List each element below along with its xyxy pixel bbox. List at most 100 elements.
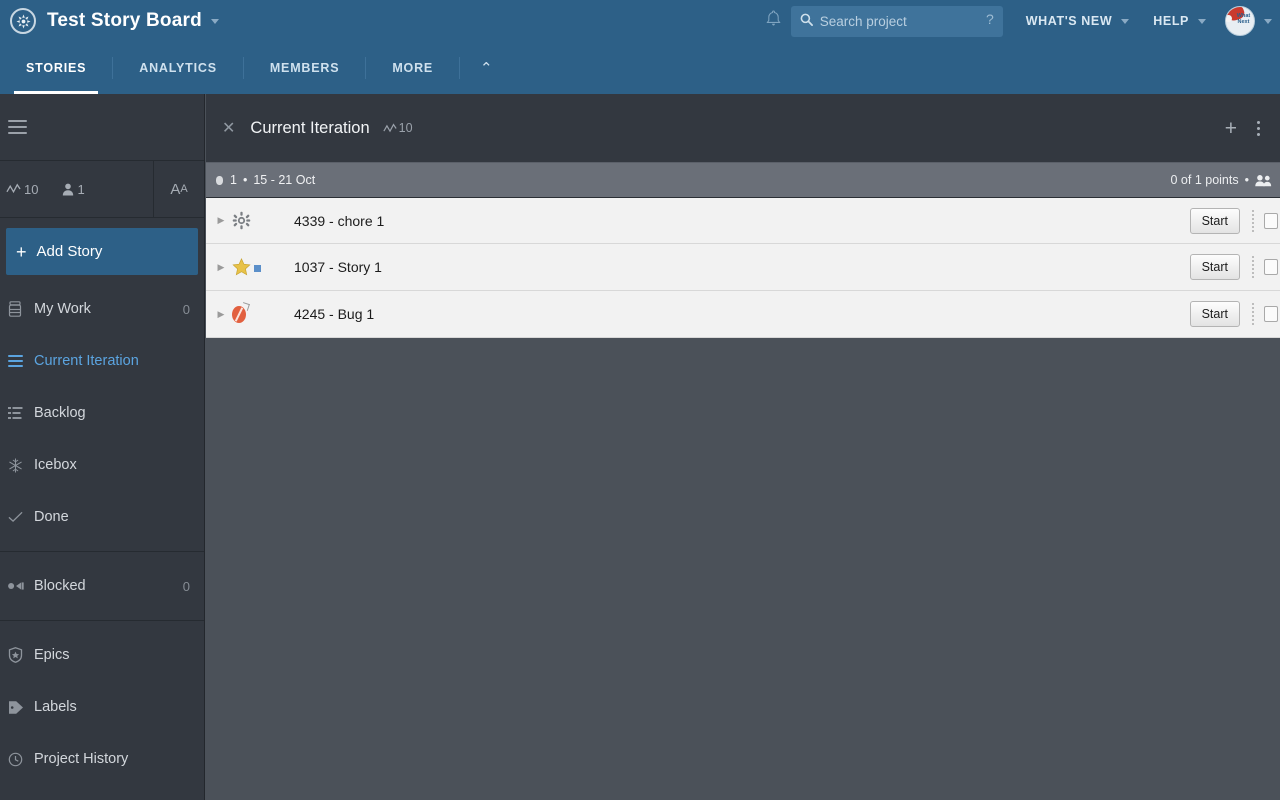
plus-icon[interactable]: +	[1213, 118, 1249, 139]
text-size-big-label: A	[170, 180, 181, 198]
iteration-dot-icon	[216, 175, 223, 185]
row-checkbox[interactable]	[1264, 212, 1278, 229]
iteration-number: 1	[230, 173, 237, 187]
panel-velocity: 10	[382, 121, 413, 135]
tab-analytics-label: ANALYTICS	[139, 61, 217, 75]
table-row[interactable]: ▶ 4339 - chore 1 Start	[206, 197, 1280, 244]
top-header-bar: Test Story Board ? WHAT'S NEW HEL	[0, 0, 1280, 42]
sidebar-item-done[interactable]: Done	[0, 491, 204, 543]
blocked-icon	[8, 581, 34, 591]
table-row[interactable]: ▶ 1037 - Story 1 Start	[206, 244, 1280, 291]
text-size-icon[interactable]: AA	[153, 161, 204, 217]
check-icon	[8, 511, 34, 523]
avatar-badge-text: What Next	[1236, 13, 1251, 25]
tab-members-label: MEMBERS	[269, 61, 340, 75]
project-dropdown-caret-icon[interactable]	[210, 18, 219, 24]
pivotal-logo-icon	[10, 8, 36, 34]
sidebar-secondary-section: Blocked 0	[0, 552, 204, 621]
person-icon	[62, 183, 74, 196]
briefcase-icon	[8, 301, 34, 317]
row-checkbox[interactable]	[1264, 306, 1278, 322]
menu-whats-new[interactable]: WHAT'S NEW	[1017, 14, 1139, 28]
start-button[interactable]: Start	[1189, 207, 1240, 234]
sidebar-item-current-iteration[interactable]: Current Iteration	[0, 335, 204, 387]
list-icon	[8, 352, 34, 370]
search-help-hint[interactable]: ?	[986, 11, 994, 27]
chevron-down-icon	[1121, 18, 1130, 24]
drag-handle-icon[interactable]	[1247, 299, 1259, 329]
avatar-hat-ball-decoration	[1226, 15, 1232, 22]
backlog-list-icon	[8, 406, 34, 420]
add-story-button[interactable]: + Add Story	[6, 228, 198, 275]
members-value: 1	[77, 181, 85, 197]
members-stat[interactable]: 1	[62, 181, 85, 197]
iteration-header-bar: 1 • 15 - 21 Oct 0 of 1 points •	[206, 162, 1280, 197]
row-checkbox[interactable]	[1264, 259, 1278, 275]
velocity-stat[interactable]: 10	[6, 182, 38, 197]
sidebar-item-blocked-label: Blocked	[34, 578, 86, 594]
kebab-menu-icon[interactable]	[1249, 118, 1266, 139]
chevron-right-icon[interactable]: ▶	[210, 215, 232, 226]
drag-handle-icon[interactable]	[1247, 252, 1259, 282]
sidebar-stats-bar: 10 1 AA	[0, 161, 204, 218]
story-title[interactable]: 4245 - Bug 1	[268, 306, 1190, 322]
avatar[interactable]: What Next	[1225, 6, 1255, 36]
search-icon	[800, 13, 813, 29]
sidebar-item-backlog[interactable]: Backlog	[0, 387, 204, 439]
search-box[interactable]: ?	[790, 5, 1003, 37]
tab-analytics[interactable]: ANALYTICS	[113, 42, 243, 94]
clock-icon	[8, 752, 34, 767]
sidebar-stats-group: 10 1	[0, 182, 153, 197]
tab-more[interactable]: MORE	[366, 42, 459, 94]
menu-whats-new-label: WHAT'S NEW	[1025, 14, 1113, 28]
chevron-right-icon[interactable]: ▶	[210, 262, 232, 273]
table-row[interactable]: ▶ 4245 - Bug 1 Start	[206, 291, 1280, 338]
start-button[interactable]: Start	[1189, 301, 1240, 327]
close-x-icon[interactable]: ✕	[222, 118, 235, 138]
sidebar-item-blocked[interactable]: Blocked 0	[0, 560, 204, 612]
tab-members[interactable]: MEMBERS	[244, 42, 366, 94]
sidebar-item-icebox-label: Icebox	[34, 457, 77, 473]
current-iteration-panel: ✕ Current Iteration 10 + 1 • 15 - 21 Oct…	[206, 94, 1280, 800]
start-button[interactable]: Start	[1189, 254, 1240, 280]
plus-icon: +	[16, 241, 27, 262]
sidebar-toggle-button[interactable]	[0, 94, 204, 161]
velocity-value: 10	[24, 181, 39, 197]
sidebar-item-labels-label: Labels	[34, 699, 77, 715]
sidebar-item-backlog-label: Backlog	[34, 405, 86, 421]
chevron-up-icon: ⌃	[480, 60, 494, 77]
tag-icon	[8, 700, 34, 715]
search-input[interactable]	[819, 13, 960, 29]
sidebar-item-icebox[interactable]: Icebox	[0, 439, 204, 491]
iteration-date-range: 15 - 21 Oct	[253, 173, 316, 187]
story-title[interactable]: 4339 - chore 1	[268, 213, 1190, 229]
story-title[interactable]: 1037 - Story 1	[268, 259, 1190, 275]
sidebar-tertiary-section: Epics Labels Project History	[0, 621, 204, 793]
nav-collapse-button[interactable]: ⌃	[460, 42, 513, 94]
chevron-right-icon[interactable]: ▶	[210, 309, 232, 320]
sidebar-item-my-work-label: My Work	[34, 301, 91, 317]
sidebar-item-labels[interactable]: Labels	[0, 681, 204, 733]
header-right-controls: ? WHAT'S NEW HELP What Next	[757, 0, 1280, 42]
brand-area[interactable]: Test Story Board	[0, 8, 219, 34]
notification-bell-icon[interactable]	[757, 10, 791, 32]
tab-more-label: MORE	[392, 61, 434, 75]
iteration-separator: •	[242, 173, 248, 187]
sidebar-item-project-history[interactable]: Project History	[0, 733, 204, 785]
sidebar-item-epics[interactable]: Epics	[0, 629, 204, 681]
panel-velocity-value: 10	[398, 121, 413, 135]
tab-stories[interactable]: STORIES	[0, 42, 112, 94]
velocity-chart-icon	[6, 183, 21, 195]
snowflake-icon	[8, 457, 34, 473]
account-menu[interactable]: What Next	[1221, 6, 1272, 36]
drag-handle-icon[interactable]	[1247, 206, 1259, 236]
sidebar-item-project-history-label: Project History	[34, 751, 129, 767]
sidebar: 10 1 AA + Add Story My Work 0 Current It…	[0, 94, 205, 800]
sidebar-item-my-work[interactable]: My Work 0	[0, 283, 204, 335]
sidebar-item-current-iteration-label: Current Iteration	[34, 353, 139, 369]
people-icon[interactable]	[1255, 174, 1272, 187]
sidebar-primary-section: My Work 0 Current Iteration Backlog Iceb…	[0, 275, 204, 552]
sidebar-item-epics-label: Epics	[34, 647, 70, 663]
text-size-small-label: A	[180, 183, 188, 195]
menu-help[interactable]: HELP	[1144, 14, 1215, 28]
